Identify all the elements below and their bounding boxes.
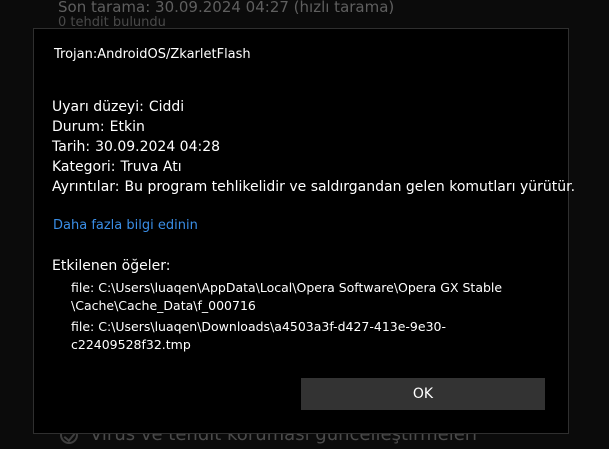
detail-key: Kategori: <box>52 159 116 175</box>
detail-value: Ciddi <box>148 99 185 115</box>
threat-name: Trojan:AndroidOS/ZkarletFlash <box>54 47 251 62</box>
detail-value: 30.09.2024 04:28 <box>95 139 221 155</box>
affected-item: file: C:\Users\luaqen\Downloads\a4503a3f… <box>71 318 551 354</box>
detail-value: Etkin <box>109 119 145 135</box>
affected-items-list: file: C:\Users\luaqen\AppData\Local\Oper… <box>71 279 551 357</box>
file-path-line: \Cache\Cache_Data\f_000716 <box>71 298 256 313</box>
file-path-line: file: C:\Users\luaqen\Downloads\a4503a3f… <box>71 319 446 334</box>
detail-key: Ayrıntılar: <box>52 179 120 195</box>
learn-more-link[interactable]: Daha fazla bilgi edinin <box>53 218 198 233</box>
detail-category: Kategori: Truva Atı <box>52 157 575 177</box>
detail-key: Durum: <box>52 119 105 135</box>
detail-status: Durum: Etkin <box>52 117 575 137</box>
affected-items-label: Etkilenen öğeler: <box>52 258 171 274</box>
affected-item: file: C:\Users\luaqen\AppData\Local\Oper… <box>71 279 551 315</box>
threat-details-list: Uyarı düzeyi: Ciddi Durum: Etkin Tarih: 30.… <box>52 97 575 197</box>
detail-value: Truva Atı <box>120 159 182 175</box>
file-path-line: file: C:\Users\luaqen\AppData\Local\Oper… <box>71 280 503 295</box>
detail-description: Ayrıntılar: Bu program tehlikelidir ve sa… <box>52 177 575 197</box>
file-path-line: c22409528f32.tmp <box>71 337 191 352</box>
detail-date: Tarih: 30.09.2024 04:28 <box>52 137 575 157</box>
detail-value: Bu program tehlikelidir ve saldırgandan … <box>124 179 576 195</box>
ok-button[interactable]: OK <box>301 378 545 410</box>
detail-alert-level: Uyarı düzeyi: Ciddi <box>52 97 575 117</box>
last-scan-text: Son tarama: 30.09.2024 04:27 (hızlı tara… <box>58 0 395 16</box>
detail-key: Uyarı düzeyi: <box>52 99 144 115</box>
threat-details-dialog: Trojan:AndroidOS/ZkarletFlash Uyarı düze… <box>33 28 575 434</box>
detail-key: Tarih: <box>52 139 91 155</box>
